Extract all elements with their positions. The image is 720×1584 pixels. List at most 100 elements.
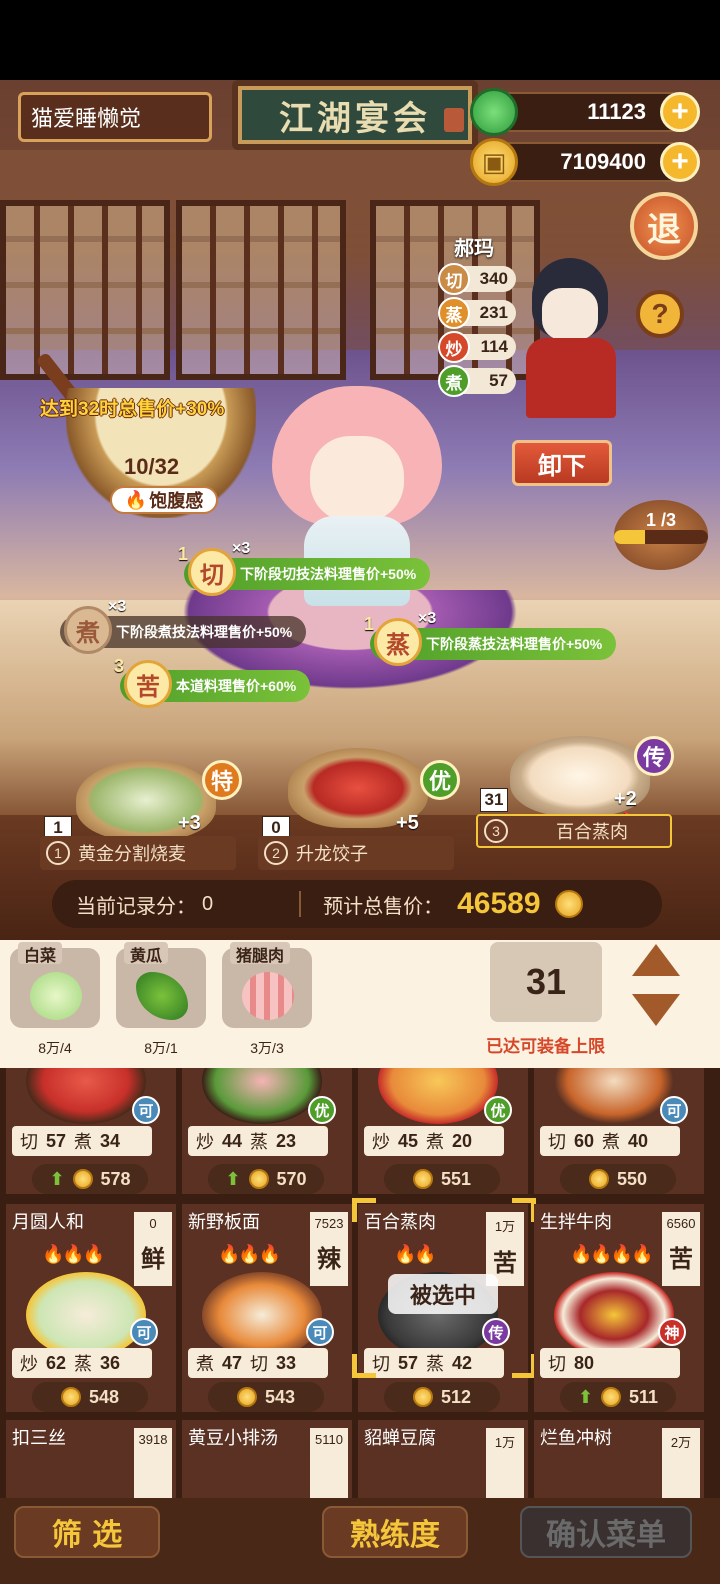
proficiency-button[interactable]: 熟练度 xyxy=(322,1506,468,1558)
heat-flames-icon: 🔥🔥🔥 xyxy=(218,1244,281,1264)
player-name: 猫爱睡懒觉 xyxy=(18,92,212,142)
dish-stats: 切 57 蒸 42 xyxy=(364,1348,504,1378)
buff-steam: 蒸 1 ×3 下阶段蒸技法料理售价+50% xyxy=(364,610,617,666)
dish-card[interactable]: 可 切 60 煮 40 550 xyxy=(534,1068,704,1194)
ingredient-panel: 白菜 8万/4 黄瓜 8万/1 猪腿肉 3万/3 31 已达可装备上限 xyxy=(0,940,720,1068)
coin-icon: ▣ xyxy=(470,138,518,186)
npc-character[interactable] xyxy=(520,258,620,418)
stat-value: 34 xyxy=(100,1130,121,1151)
dish-card[interactable]: 新野板面 7523 辣 🔥🔥🔥 可 煮 47 切 33 543 xyxy=(182,1204,352,1412)
quality-badge: 传 xyxy=(482,1318,510,1346)
cut-buff-icon: 切 xyxy=(188,548,236,596)
dish-card[interactable]: 优 炒 45 煮 20 551 xyxy=(358,1068,528,1194)
dish-card[interactable]: 烂鱼冲树 2万 xyxy=(534,1420,704,1498)
sign-title: 江湖宴会 xyxy=(279,98,431,139)
buff-multiplier: ×3 xyxy=(108,598,127,615)
steam-buff-icon: 蒸 xyxy=(374,618,422,666)
dish-name: 黄豆小排汤 xyxy=(188,1428,278,1448)
dish-price: ⬆ 570 xyxy=(208,1164,324,1194)
npc-face xyxy=(542,288,598,340)
selected-label: 被选中 xyxy=(388,1274,498,1314)
course-bonus-text: +2 xyxy=(614,788,637,810)
boil-buff-icon: 煮 xyxy=(64,606,112,654)
coin-icon xyxy=(412,1169,433,1189)
dish-quantity: 0 xyxy=(149,1216,157,1231)
quality-badge: 神 xyxy=(658,1318,686,1346)
price-value: 570 xyxy=(276,1168,307,1189)
add-jade-button[interactable]: + xyxy=(660,92,700,132)
scroll-up-arrow-icon[interactable] xyxy=(630,940,682,980)
dish-card[interactable]: 优 炒 44 蒸 23 ⬆ 570 xyxy=(182,1068,352,1194)
course-name: 升龙饺子 xyxy=(296,844,368,864)
ingredient-pork-leg[interactable]: 猪腿肉 3万/3 xyxy=(222,942,312,1056)
stat-skill: 蒸 xyxy=(426,1354,445,1374)
add-coin-button[interactable]: + xyxy=(660,142,700,182)
unload-button[interactable]: 卸下 xyxy=(512,440,612,486)
dish-price: 550 xyxy=(560,1164,676,1194)
exit-button[interactable]: 退 xyxy=(630,192,698,260)
dish-card[interactable]: 扣三丝 3918 xyxy=(6,1420,176,1498)
buff-multiplier: ×3 xyxy=(232,540,251,557)
help-button[interactable]: ? xyxy=(636,290,684,338)
coin-icon xyxy=(601,1387,622,1407)
dish-taste: 苦 xyxy=(493,1248,517,1277)
stat-skill: 炒 xyxy=(20,1354,38,1374)
dish-price: 543 xyxy=(208,1382,324,1412)
npc-stat-value: 114 xyxy=(480,337,508,356)
npc-stat-value: 57 xyxy=(489,371,508,390)
cabbage-icon xyxy=(30,972,82,1020)
ingredient-cucumber[interactable]: 黄瓜 8万/1 xyxy=(116,942,206,1056)
dish-card[interactable]: 貂蝉豆腐 1万 xyxy=(358,1420,528,1498)
dish-price: ⬆ 578 xyxy=(32,1164,148,1194)
coin-amount: 7109400 xyxy=(560,149,646,174)
fry-skill-icon: 炒 xyxy=(438,331,470,363)
dish-name: 月圆人和 xyxy=(12,1212,84,1232)
stat-value: 80 xyxy=(574,1352,595,1373)
ingredient-count: 3万/3 xyxy=(250,1040,284,1056)
dish-tag: 5110 xyxy=(310,1428,348,1498)
course-index: 3 xyxy=(484,819,508,843)
dish-card[interactable]: 月圆人和 0鲜 🔥🔥🔥 可 炒 62 蒸 36 548 xyxy=(6,1204,176,1412)
course-bonus-text: +3 xyxy=(178,812,201,834)
stat-skill: 炒 xyxy=(196,1132,214,1152)
stat-value: 36 xyxy=(100,1352,121,1373)
dish-grid: 可 切 57 煮 34 ⬆ 578 优 炒 44 蒸 23 ⬆ 570 优 炒 45 煮 20 551… xyxy=(0,1068,720,1498)
dish-tag: 6560 苦 xyxy=(662,1212,700,1286)
record-score-label: 当前记录分： xyxy=(76,895,196,918)
stat-skill: 切 xyxy=(20,1132,38,1152)
dish-card[interactable]: 生拌牛肉 6560 苦 🔥🔥🔥🔥 神 切 80 ⬆ 511 xyxy=(534,1204,704,1412)
price-value: 543 xyxy=(264,1386,296,1407)
quality-badge: 优 xyxy=(484,1096,512,1124)
dish-card-selected[interactable]: 百合蒸肉 1万苦 🔥🔥 被选中 传 切 57 蒸 42 512 xyxy=(358,1204,528,1412)
dish-name: 生拌牛肉 xyxy=(540,1212,612,1232)
stat-value: 45 xyxy=(398,1130,419,1151)
dish-tag: 3918 xyxy=(134,1428,172,1498)
stat-skill: 煮 xyxy=(74,1132,93,1152)
dish-card[interactable]: 黄豆小排汤 5110 xyxy=(182,1420,352,1498)
stat-value: 42 xyxy=(452,1352,473,1373)
dish-card[interactable]: 可 切 57 煮 34 ⬆ 578 xyxy=(6,1068,176,1194)
dish-quantity: 6560 xyxy=(666,1216,696,1231)
stat-value: 23 xyxy=(276,1130,297,1151)
quality-badge: 可 xyxy=(660,1096,688,1124)
filter-button[interactable]: 筛 选 xyxy=(14,1506,160,1558)
record-score-value: 0 xyxy=(202,892,214,915)
course-name: 百合蒸肉 xyxy=(556,822,628,842)
dish-stats: 切 60 煮 40 xyxy=(540,1126,680,1156)
course-count: 31 xyxy=(480,788,508,812)
course-label: 2 升龙饺子 xyxy=(258,836,454,870)
dish-image xyxy=(26,1272,146,1358)
dish-image xyxy=(378,1068,498,1124)
confirm-menu-button[interactable]: 确认菜单 xyxy=(520,1506,692,1558)
heat-flames-icon: 🔥🔥 xyxy=(394,1244,437,1264)
stat-value: 33 xyxy=(276,1352,297,1373)
ingredient-cabbage[interactable]: 白菜 8万/4 xyxy=(10,942,100,1056)
scroll-down-arrow-icon[interactable] xyxy=(630,990,682,1030)
dish-tag: 2万 xyxy=(662,1428,700,1498)
ingredient-name: 白菜 xyxy=(18,942,63,965)
coin-icon xyxy=(248,1169,269,1189)
stat-skill: 切 xyxy=(548,1132,566,1152)
dish-quantity: 1万 xyxy=(494,1435,516,1450)
stat-value: 47 xyxy=(222,1352,243,1373)
score-bar: 当前记录分： 0 预计总售价： 46589 xyxy=(52,880,662,928)
